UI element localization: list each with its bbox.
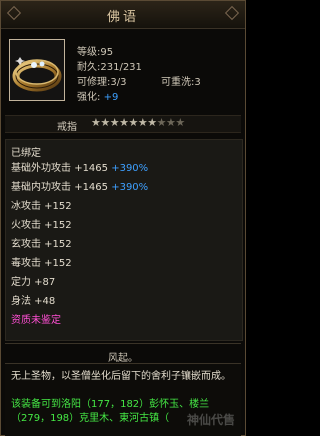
stats-panel: 已绑定 基础外功攻击 +1465 +390% 基础内功攻击 +1465 +390…	[5, 139, 243, 341]
stat-bonus: +390%	[111, 182, 149, 193]
star-icon: ★	[175, 116, 185, 129]
stat-internal-attack: 基础内功攻击 +1465 +390%	[11, 178, 148, 193]
star-icon: ★	[119, 116, 129, 129]
stat-value: +1465	[74, 182, 109, 193]
star-icon: ★	[137, 116, 148, 129]
aptitude-status: 资质未鉴定	[11, 315, 61, 326]
item-level: 等级:95	[77, 47, 114, 58]
star-icon: ★	[128, 116, 139, 129]
stat-ice-attack: 冰攻击 +152	[11, 201, 72, 212]
stat-external-attack: 基础外功攻击 +1465 +390%	[11, 159, 148, 174]
item-repairable: 可修理:3/3	[77, 77, 127, 88]
watermark: 神仙代售	[186, 413, 235, 427]
stat-mystic-attack: 玄攻击 +152	[11, 239, 72, 250]
description-panel: 无上圣物，以圣僧坐化后留下的舍利子镶嵌而成。 该装备可到洛阳（177，182）彭…	[5, 363, 241, 436]
stat-agility: 身法 +48	[11, 296, 56, 307]
bound-status: 已绑定	[11, 148, 41, 159]
stat-label: 基础外功攻击	[11, 163, 71, 174]
tooltip-titlebar: 佛语	[1, 1, 245, 29]
star-icon: ★	[100, 116, 110, 129]
item-description: 无上圣物，以圣僧坐化后留下的舍利子镶嵌而成。	[11, 371, 231, 382]
item-enhance: 强化: +9	[77, 88, 118, 103]
star-icon: ★	[91, 116, 101, 129]
item-type-label: 戒指	[57, 122, 77, 133]
stat-label: 基础内功攻击	[11, 182, 71, 193]
star-rating: ★★★★★★★★★★	[91, 116, 185, 129]
stat-fire-attack: 火攻击 +152	[11, 220, 72, 231]
item-quote: 风起。	[108, 353, 138, 364]
star-icon: ★	[156, 116, 167, 129]
divider	[5, 343, 241, 344]
diamond-ring-icon	[10, 40, 64, 100]
item-icon-slot[interactable]	[9, 39, 65, 101]
stat-focus: 定力 +87	[11, 277, 56, 288]
item-tooltip: 佛语 等级:95 耐久:231/231 可修理:3/3 可重洗:3 强化: +9	[0, 0, 246, 436]
star-icon: ★	[147, 116, 157, 129]
item-durability: 耐久:231/231	[77, 62, 142, 73]
stat-bonus: +390%	[111, 163, 149, 174]
star-icon: ★	[109, 116, 120, 129]
star-icon: ★	[166, 116, 176, 129]
enhance-label: 强化:	[77, 92, 101, 103]
item-name: 佛语	[106, 10, 139, 25]
enhance-value: +9	[103, 92, 119, 103]
item-rewashable: 可重洗:3	[161, 77, 201, 88]
item-type-row: 戒指 ★★★★★★★★★★	[5, 115, 241, 133]
stat-value: +1465	[74, 163, 109, 174]
stat-poison-attack: 毒攻击 +152	[11, 258, 72, 269]
